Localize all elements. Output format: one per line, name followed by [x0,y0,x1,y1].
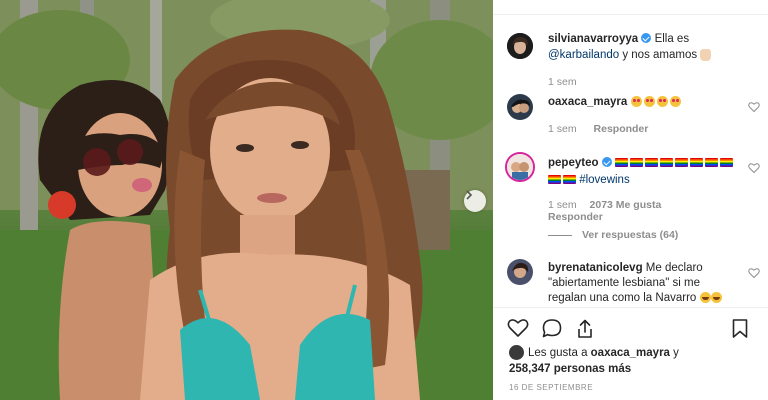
next-photo-button[interactable] [464,190,486,212]
likes-conjunction: y [669,347,679,359]
comment-username[interactable]: pepeyteo [548,157,599,169]
comment-oaxaca-mayra: oaxaca_mayra [548,95,681,110]
comment-like-heart-icon[interactable] [748,101,760,113]
comment-like-count[interactable]: 2073 Me gusta [590,199,662,211]
caption-mention-link[interactable]: @karbailando [548,49,619,61]
liker-username[interactable]: oaxaca_mayra [591,347,670,359]
verified-badge-icon [641,33,652,43]
liker-avatar[interactable] [509,345,524,361]
comment-meta: 1 sem 2073 Me gusta Responder [548,199,748,223]
author-username[interactable]: silvianavarroyya [548,33,638,45]
author-avatar-image [507,33,533,59]
post-details-panel: silvianavarroyya Ella es @karbailando y … [493,0,768,400]
comment-meta: 1 sem Responder [548,123,648,135]
likes-count[interactable]: 258,347 personas más [509,363,631,375]
verified-badge-icon [601,157,612,167]
comment-bubble-icon[interactable] [541,318,563,339]
actions-divider [493,307,768,308]
comment-text: Me declaro [645,262,703,274]
comment-text: regalan una como la Navarro [548,292,697,304]
view-replies-button[interactable]: Ver respuestas (64) [548,229,678,241]
post-photo[interactable] [0,0,493,400]
comment-username[interactable]: oaxaca_mayra [548,96,627,108]
likes-prefix: Les gusta a [528,347,591,359]
caption-text-prefix: Ella es [654,33,690,45]
commenter-avatar-image [507,259,533,285]
commenter-avatar-byrenatanicolevg[interactable] [507,259,533,285]
header-divider [493,14,768,15]
action-bar [507,318,757,340]
commenter-avatar-image [507,154,533,180]
commenter-avatar-pepeyteo[interactable] [505,152,535,182]
photo-image [0,0,493,400]
comment-like-heart-icon[interactable] [748,162,760,174]
replies-dash [548,234,572,236]
rainbow-flag-emoji-icon [614,158,733,168]
heart-eyes-emoji-icon [630,96,681,108]
reply-button[interactable]: Responder [548,211,603,223]
commenter-avatar-image [507,94,533,120]
heart-outline-icon[interactable] [507,318,529,338]
chevron-right-icon [466,190,473,200]
comment-like-heart-icon[interactable] [748,267,760,279]
comment-text: "abiertamente lesbiana" si me [548,277,700,289]
reply-button[interactable]: Responder [594,123,649,135]
view-replies-label: Ver respuestas (64) [582,229,679,241]
comment-byrenatanicolevg: byrenatanicolevg Me declaro "abiertament… [548,261,743,306]
commenter-avatar-oaxaca-mayra[interactable] [507,94,533,120]
post-date: 16 DE SEPTIEMBRE [509,383,594,392]
likes-summary: Les gusta a oaxaca_mayra y 258,347 perso… [509,345,759,377]
comment-time: 1 sem [548,123,577,135]
bookmark-icon[interactable] [731,318,749,339]
comment-username[interactable]: byrenatanicolevg [548,262,643,274]
caption-text-suffix: y nos amamos [619,49,698,61]
rainbow-flag-emoji-icon [548,175,576,185]
comment-pepeyteo: pepeyteo #lovewins [548,156,738,188]
caption: silvianavarroyya Ella es @karbailando y … [548,32,748,63]
share-icon[interactable] [574,318,596,339]
caption-time: 1 sem [548,76,577,88]
author-avatar[interactable] [507,33,533,59]
laughing-emoji-icon [699,292,711,304]
hashtag-link[interactable]: #lovewins [579,174,630,186]
laughing-emoji-icon [710,292,722,304]
hand-emoji-icon [700,48,712,61]
comment-time: 1 sem [548,199,577,211]
